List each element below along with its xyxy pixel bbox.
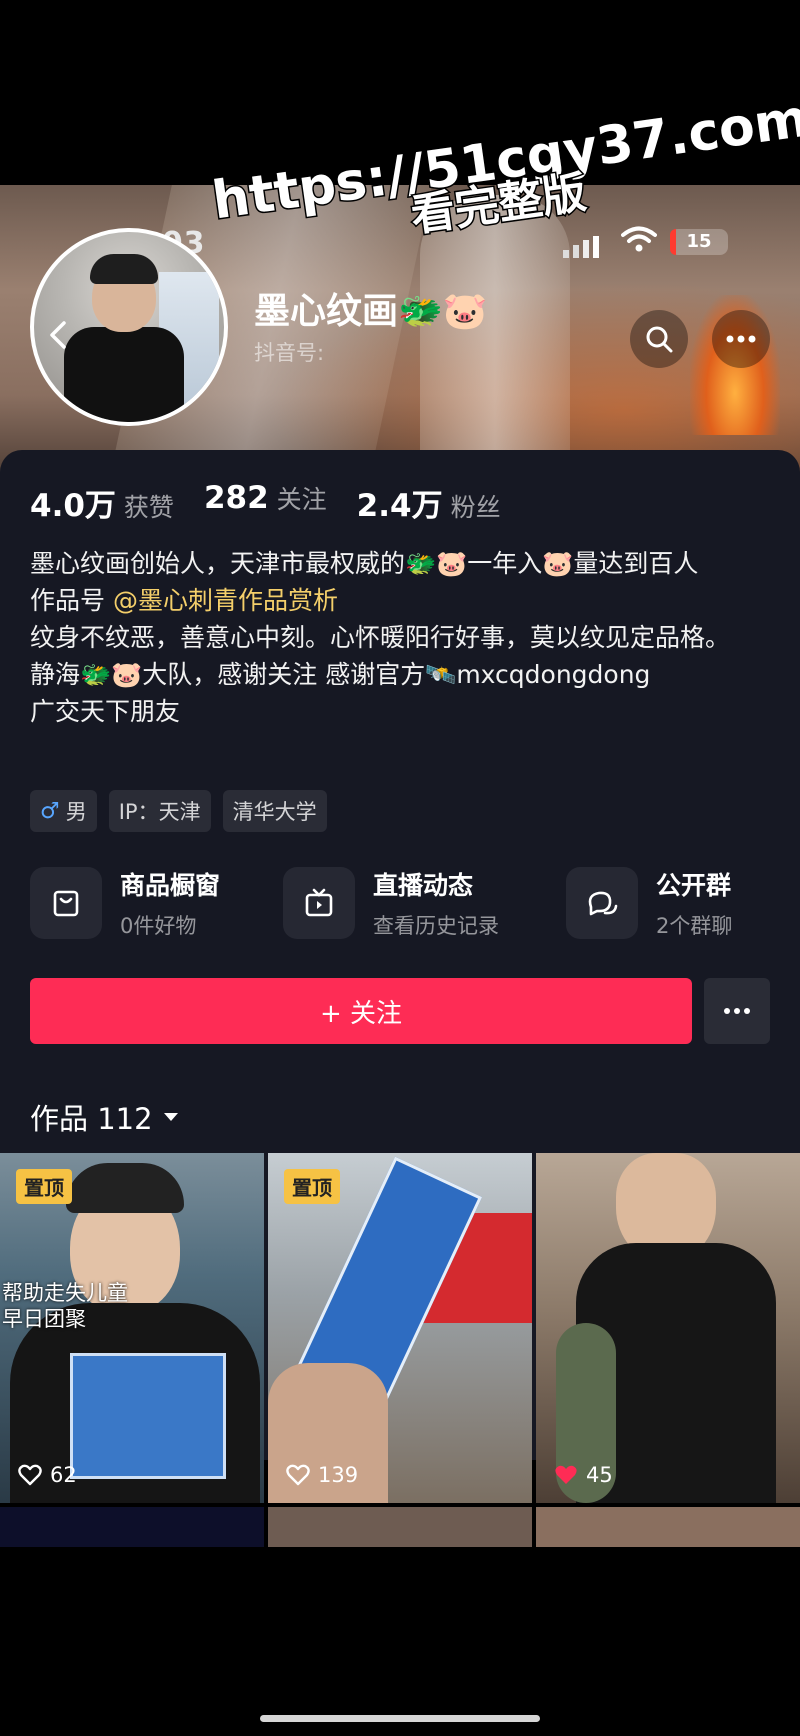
pinned-badge: 置顶	[284, 1169, 340, 1204]
profile-name: 墨心纹画🐲🐷	[254, 282, 488, 334]
more-dots-icon	[726, 335, 756, 343]
signal-icon	[563, 236, 599, 258]
stat-value: 2.4万	[356, 488, 443, 524]
works-tab[interactable]: 作品 112	[30, 1096, 179, 1138]
tag-label: 男	[65, 800, 87, 824]
feature-subtitle: 查看历史记录	[373, 914, 499, 938]
video-likes: 62	[18, 1463, 77, 1487]
male-icon: ♂	[40, 798, 60, 824]
feature-title: 公开群	[656, 871, 732, 900]
works-label: 作品 112	[30, 1102, 153, 1136]
feature-subtitle: 2个群聊	[656, 914, 733, 938]
feature-icon-box	[283, 867, 355, 939]
avatar-figure	[90, 254, 158, 284]
stat-value: 4.0万	[30, 488, 116, 524]
likes-count: 45	[586, 1463, 613, 1487]
follow-button[interactable]: + 关注	[30, 978, 692, 1044]
more-options-button[interactable]	[712, 310, 770, 368]
video-overlay-text: 帮助走失儿童 早日团聚	[2, 1281, 128, 1331]
video-thumbnail[interactable]: 置顶 139	[268, 1153, 532, 1503]
avatar-figure	[64, 327, 184, 422]
follow-label: + 关注	[319, 998, 403, 1029]
video-thumbnail[interactable]: 置顶 帮助走失儿童 早日团聚 62	[0, 1153, 264, 1503]
profile-tags: ♂ 男 IP：天津 清华大学	[30, 790, 327, 832]
stat-followers[interactable]: 2.4万 粉丝	[357, 480, 501, 525]
bio-line: 作品号 @墨心刺青作品赏析	[30, 582, 770, 619]
profile-id: 抖音号:	[254, 341, 325, 365]
heart-filled-icon	[555, 1465, 577, 1484]
video-thumbnail-partial[interactable]	[0, 1507, 264, 1547]
feature-subtitle: 0件好物	[120, 914, 197, 938]
bio-line: 静海🐲🐷大队，感谢关注 感谢官方🛰️mxcqdongdong	[30, 660, 651, 689]
back-arrow-icon[interactable]	[44, 320, 74, 350]
stat-label: 关注	[276, 485, 327, 514]
thumbnail-figure	[66, 1163, 184, 1213]
bio-line: 纹身不纹恶，善意心中刻。心怀暖阳行好事，莫以纹见定品格。	[30, 623, 731, 652]
more-actions-button[interactable]	[704, 978, 770, 1044]
home-indicator[interactable]	[260, 1715, 540, 1722]
chat-group-icon	[588, 891, 618, 916]
ip-tag: IP：天津	[108, 790, 211, 832]
feature-public-group[interactable]: 公开群 2个群聊	[566, 866, 732, 940]
stat-following[interactable]: 282 关注	[204, 480, 327, 525]
stat-label: 粉丝	[450, 493, 501, 522]
heart-outline-icon	[18, 1464, 42, 1486]
pinned-badge: 置顶	[16, 1169, 72, 1204]
profile-name-emoji: 🐲🐷	[398, 291, 488, 332]
video-thumbnail[interactable]: 45	[536, 1153, 800, 1503]
profile-stats: 4.0万 获赞 282 关注 2.4万 粉丝	[30, 480, 501, 525]
battery-indicator: 15	[670, 229, 728, 255]
bio-line: 墨心纹画创始人，天津市最权威的🐲🐷一年入🐷量达到百人	[30, 549, 699, 578]
bio-line: 广交天下朋友	[30, 697, 181, 726]
likes-count: 139	[318, 1463, 359, 1487]
feature-icon-box	[30, 867, 102, 939]
likes-count: 62	[50, 1463, 77, 1487]
battery-level: 15	[686, 231, 712, 252]
stat-value: 282	[203, 480, 269, 516]
video-thumbnail-partial[interactable]	[536, 1507, 800, 1547]
more-dots-icon	[724, 1008, 750, 1014]
stat-label: 获赞	[123, 493, 174, 522]
feature-shop-window[interactable]: 商品橱窗 0件好物	[30, 866, 220, 940]
search-button[interactable]	[630, 310, 688, 368]
bio-mention-link[interactable]: @墨心刺青作品赏析	[113, 586, 338, 615]
feature-title: 直播动态	[373, 871, 474, 900]
search-icon	[646, 326, 673, 353]
profile-bio: 墨心纹画创始人，天津市最权威的🐲🐷一年入🐷量达到百人 作品号 @墨心刺青作品赏析…	[30, 545, 770, 730]
thumbnail-poster	[70, 1353, 226, 1479]
profile-name-text: 墨心纹画	[254, 291, 399, 332]
tag-label: IP：天津	[118, 800, 201, 824]
tv-icon	[305, 888, 333, 917]
video-likes: 139	[286, 1463, 358, 1487]
gender-tag: ♂ 男	[30, 790, 97, 832]
bio-text: 作品号	[30, 586, 106, 615]
feature-live-history[interactable]: 直播动态 查看历史记录	[283, 866, 499, 940]
wifi-icon	[621, 226, 657, 252]
battery-low-marker	[670, 229, 676, 255]
heart-outline-icon	[286, 1464, 310, 1486]
video-likes: 45	[554, 1463, 613, 1487]
tag-label: 清华大学	[232, 800, 317, 824]
feature-icon-box	[566, 867, 638, 939]
school-tag[interactable]: 清华大学	[222, 790, 327, 832]
feature-title: 商品橱窗	[120, 871, 221, 900]
shopping-bag-icon	[53, 890, 79, 917]
stat-likes[interactable]: 4.0万 获赞	[30, 480, 174, 525]
video-thumbnail-partial[interactable]	[268, 1507, 532, 1547]
dropdown-triangle-icon	[163, 1113, 178, 1121]
